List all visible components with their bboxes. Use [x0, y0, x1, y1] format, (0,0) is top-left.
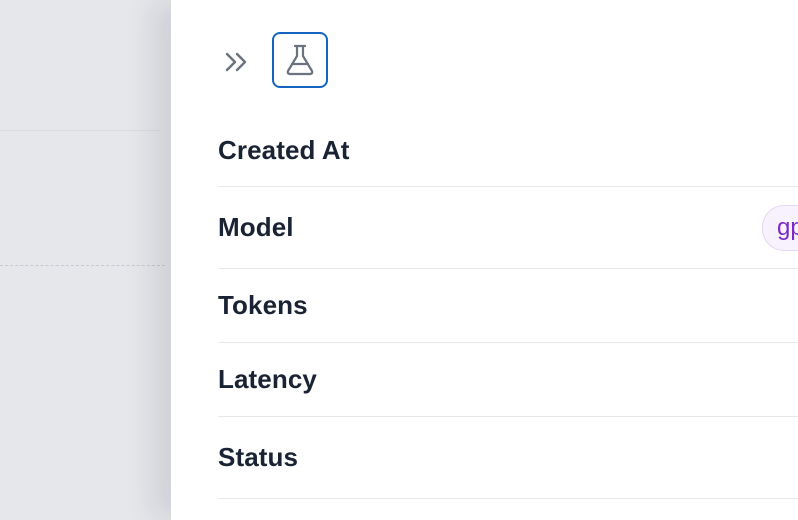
model-badge: gp — [762, 205, 798, 251]
detail-label: Tokens — [218, 290, 308, 320]
detail-label: Model — [218, 212, 294, 242]
flask-icon — [286, 44, 314, 76]
detail-row-status: Status — [218, 417, 798, 499]
detail-label: Status — [218, 442, 299, 472]
detail-row-tokens: Tokens — [218, 269, 798, 343]
experiment-button[interactable] — [272, 32, 328, 88]
detail-row-model: Model gp — [218, 187, 798, 269]
detail-row-latency: Latency — [218, 343, 798, 417]
collapse-panel-button[interactable] — [218, 45, 254, 79]
details-list: Created At Model gp Tokens Latency Statu… — [218, 113, 798, 499]
background-page — [0, 0, 171, 520]
details-drawer: Created At Model gp Tokens Latency Statu… — [171, 0, 798, 520]
dashed-divider — [0, 265, 165, 266]
divider — [0, 130, 160, 131]
double-chevron-right-icon — [225, 52, 247, 72]
detail-row-created-at: Created At — [218, 113, 798, 187]
detail-label: Created At — [218, 135, 350, 165]
app-root: Created At Model gp Tokens Latency Statu… — [0, 0, 798, 520]
detail-label: Latency — [218, 364, 317, 394]
